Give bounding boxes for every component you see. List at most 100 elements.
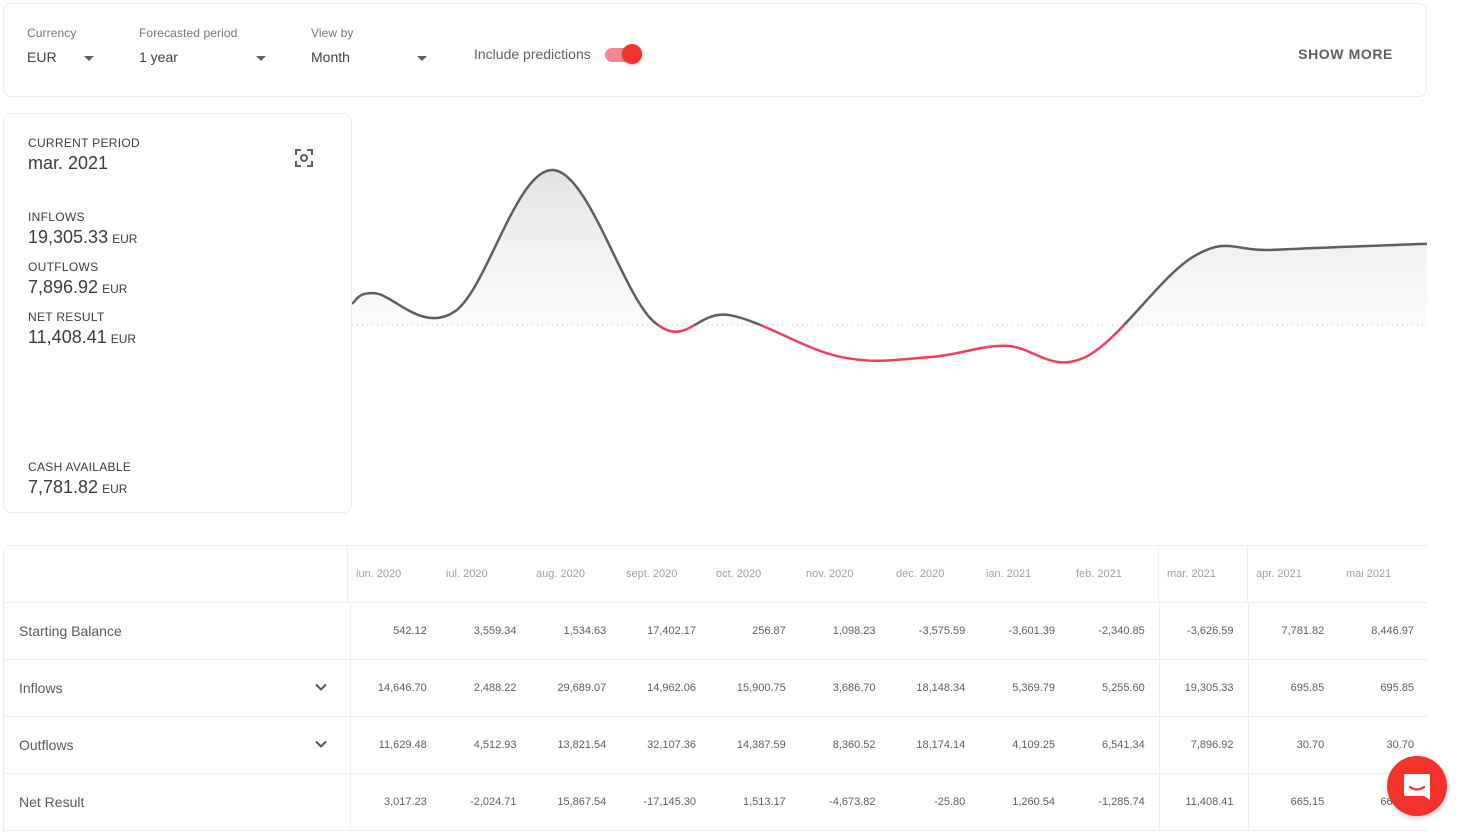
caret-down-icon xyxy=(84,56,94,61)
inflows-value: 19,305.33 EUR xyxy=(28,227,137,248)
cell-value: 15,900.75 xyxy=(736,682,786,694)
month-header: apr. 2021 xyxy=(1248,546,1338,602)
cell-value: 1,513.17 xyxy=(742,796,786,808)
cell-value: 4,512.93 xyxy=(473,739,517,751)
month-header-label: ian. 2021 xyxy=(986,568,1032,580)
table-cell: 1,534.63 xyxy=(531,603,621,659)
table-cell: -17,145.30 xyxy=(620,774,710,830)
table-cell: 8,446.97 xyxy=(1338,603,1428,659)
cell-value: 7,896.92 xyxy=(1190,739,1234,751)
chevron-down-icon[interactable] xyxy=(314,737,328,751)
cell-value: -2,340.85 xyxy=(1098,625,1145,637)
table-row: Net Result 3,017.23 -2,024.71 15,867.54 -17,… xyxy=(4,774,1428,831)
chevron-down-icon[interactable] xyxy=(314,680,328,694)
cell-value: 29,689.07 xyxy=(557,682,607,694)
table-row[interactable]: Outflows 11,629.48 4,512.93 13,821.54 32,107… xyxy=(4,717,1428,774)
table-cell: 5,369.79 xyxy=(979,660,1069,716)
month-header: ian. 2021 xyxy=(978,546,1068,602)
cell-value: -2,024.71 xyxy=(470,796,517,808)
cell-value: -3,601.39 xyxy=(1008,625,1056,637)
data-point-feb-2021 xyxy=(1079,351,1091,363)
cell-value: 542.12 xyxy=(393,625,427,637)
data-point-nov-2020 xyxy=(834,351,846,363)
cash-flow-chart[interactable] xyxy=(352,113,1427,513)
chart-svg xyxy=(352,168,1427,364)
currency-code: EUR xyxy=(102,282,128,296)
table-cell: -2,024.71 xyxy=(441,774,531,830)
table-cell: 32,107.36 xyxy=(620,717,710,773)
table-cell: -3,575.59 xyxy=(890,603,980,659)
month-header-label: iun. 2020 xyxy=(356,568,402,580)
cell-value: -3,575.59 xyxy=(918,625,966,637)
focus-icon[interactable] xyxy=(294,148,314,168)
table-cell: 11,629.48 xyxy=(351,717,441,773)
cell-value: 18,148.34 xyxy=(916,682,966,694)
month-header: iul. 2020 xyxy=(438,546,528,602)
table-cell: 1,260.54 xyxy=(979,774,1069,830)
table-row: Starting Balance 542.12 3,559.34 1,534.63 17… xyxy=(4,603,1428,660)
cell-value: 30.70 xyxy=(1386,739,1415,751)
chat-button[interactable] xyxy=(1387,756,1447,816)
month-header-label: aug. 2020 xyxy=(536,568,585,580)
include-predictions-toggle[interactable] xyxy=(604,44,642,64)
view-by-select[interactable]: View by Month xyxy=(311,26,431,65)
cell-value: 3,686.70 xyxy=(832,682,876,694)
cell-value: 256.87 xyxy=(752,625,786,637)
table-cell: 13,821.54 xyxy=(531,717,621,773)
table-cell: -25.80 xyxy=(890,774,980,830)
current-period-value: mar. 2021 xyxy=(28,153,109,173)
cell-value: 11,408.41 xyxy=(1185,796,1234,808)
table-cell: 5,255.60 xyxy=(1069,660,1159,716)
row-label-cell: Outflows xyxy=(4,717,352,773)
month-header: iun. 2020 xyxy=(348,546,438,602)
cell-value: 2,488.22 xyxy=(473,682,517,694)
forecast-period-select[interactable]: Forecasted period 1 year xyxy=(139,26,269,65)
cell-value: 1,260.54 xyxy=(1012,796,1056,808)
row-label-cell: Inflows xyxy=(4,660,352,716)
net-result-summary: NET RESULT 11,408.41 EUR xyxy=(28,310,136,348)
month-header: aug. 2020 xyxy=(528,546,618,602)
month-header-label: dec. 2020 xyxy=(896,568,945,580)
cell-value: 3,559.34 xyxy=(473,625,517,637)
cell-value: 8,446.97 xyxy=(1371,625,1415,637)
outflows-summary: OUTFLOWS 7,896.92 EUR xyxy=(28,260,127,298)
data-point-ian-2021 xyxy=(999,340,1011,352)
table-cell: 1,098.23 xyxy=(800,603,890,659)
cell-value: 32,107.36 xyxy=(647,739,697,751)
cell-value: -3,626.59 xyxy=(1187,625,1234,637)
cell-value: 6,541.34 xyxy=(1101,739,1145,751)
table-cell: 18,148.34 xyxy=(890,660,980,716)
current-period-label: CURRENT PERIOD xyxy=(28,136,140,150)
cell-value: 14,387.59 xyxy=(736,739,786,751)
cash-available-label: CASH AVAILABLE xyxy=(28,460,132,474)
table-cell: -4,673.82 xyxy=(800,774,890,830)
table-cell: 14,646.70 xyxy=(351,660,441,716)
table-cell: 14,962.06 xyxy=(620,660,710,716)
table-cell: 6,541.34 xyxy=(1069,717,1159,773)
cell-value: 18,174.14 xyxy=(916,739,966,751)
current-period: CURRENT PERIOD mar. 2021 xyxy=(28,136,140,174)
cell-value: -17,145.30 xyxy=(643,796,697,808)
table-cell: 7,896.92 xyxy=(1158,717,1249,773)
month-headers: iun. 2020 iul. 2020 aug. 2020 sept. 2020 oct… xyxy=(348,546,1428,602)
month-header-label: apr. 2021 xyxy=(1256,568,1302,580)
currency-select[interactable]: Currency EUR xyxy=(27,26,97,65)
cell-value: 665.15 xyxy=(1290,796,1325,808)
cell-value: 5,255.60 xyxy=(1101,682,1145,694)
cell-value: 695.85 xyxy=(1290,682,1325,694)
table-cell: 4,109.25 xyxy=(979,717,1069,773)
include-predictions: Include predictions xyxy=(474,44,642,64)
table-cell: 15,900.75 xyxy=(710,660,800,716)
table-cell: 30.70 xyxy=(1249,717,1339,773)
table-row[interactable]: Inflows 14,646.70 2,488.22 29,689.07 14,962.… xyxy=(4,660,1428,717)
filters-bar: Currency EUR Forecasted period 1 year Vi… xyxy=(3,3,1427,97)
data-point-iun-2020 xyxy=(369,287,381,299)
data-point-dec-2020 xyxy=(924,351,936,363)
row-label: Net Result xyxy=(19,794,85,810)
show-more-button[interactable]: SHOW MORE xyxy=(1298,46,1393,62)
table-cell: 15,867.54 xyxy=(531,774,621,830)
cell-value: 1,534.63 xyxy=(563,625,607,637)
currency-code: EUR xyxy=(110,332,137,346)
table-cell: 3,559.34 xyxy=(441,603,531,659)
cell-value: 5,369.79 xyxy=(1012,682,1056,694)
